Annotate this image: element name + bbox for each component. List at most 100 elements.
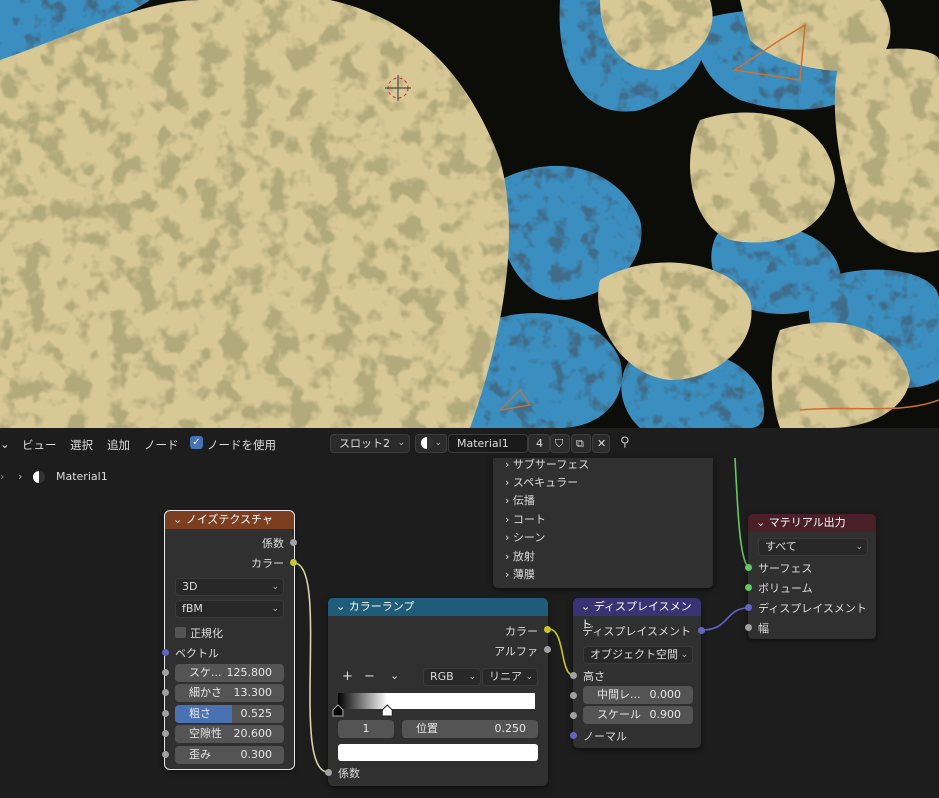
noise-roughness-slider[interactable]: 粗さ 0.525	[175, 705, 284, 723]
noise-scale-socket[interactable]	[162, 669, 169, 676]
material-name-field[interactable]: Material1	[448, 434, 528, 453]
panel-subsurface[interactable]: › サブサーフェス	[505, 456, 589, 472]
panel-transmission[interactable]: › 伝播	[505, 492, 535, 508]
ramp-stop-index[interactable]: 1	[338, 720, 394, 738]
ramp-stops	[332, 704, 393, 717]
output-thickness-label: 幅	[758, 622, 769, 635]
noise-dimensions-select[interactable]: 3D ⌄	[175, 578, 284, 596]
panel-emission[interactable]: › 放射	[505, 548, 535, 564]
noise-lacunarity-field[interactable]: 空隙性 20.600	[175, 725, 284, 743]
output-target-select[interactable]: すべて ⌄	[758, 538, 868, 556]
menu-select[interactable]: 選択	[70, 437, 93, 453]
ramp-header[interactable]: ⌄ カラーランプ	[328, 598, 548, 616]
use-nodes-label: ノードを使用	[207, 438, 276, 452]
ramp-stop-marker[interactable]	[381, 704, 393, 717]
link-noise-color-to-ramp-fac	[293, 562, 329, 773]
ramp-output-alpha-label: アルファ	[494, 645, 538, 658]
noise-output-color-socket[interactable]	[290, 559, 297, 566]
link-bsdf-to-surface	[734, 458, 749, 568]
output-thickness-socket[interactable]	[745, 624, 752, 631]
noise-header[interactable]: ⌄ ノイズテクスチャ	[165, 511, 294, 529]
ramp-output-color-socket[interactable]	[544, 626, 551, 633]
ramp-position-field[interactable]: 位置 0.250	[402, 720, 538, 738]
output-title: マテリアル出力	[768, 516, 846, 529]
color-ramp-node[interactable]: ⌄ カラーランプ カラー アルファ + − ⌄ RGB ⌄ リニア ⌄ 1 位置 0.…	[325, 598, 551, 786]
close-icon[interactable]: ✕	[592, 434, 610, 453]
add-stop-button[interactable]: +	[342, 669, 353, 684]
noise-distortion-field[interactable]: 歪み 0.300	[175, 746, 284, 764]
output-volume-socket[interactable]	[745, 584, 752, 591]
noise-detail-socket[interactable]	[162, 689, 169, 696]
chevron-down-icon: ⌄	[397, 438, 405, 448]
panel-sheen[interactable]: › シーン	[505, 529, 545, 545]
material-browse-button[interactable]: ⌄	[415, 434, 447, 453]
normalize-label: 正規化	[190, 627, 223, 640]
noise-title: ノイズテクスチャ	[185, 513, 273, 526]
viewport-render	[0, 0, 939, 428]
noise-lacunarity-socket[interactable]	[162, 730, 169, 737]
users-count[interactable]: 4	[528, 434, 550, 453]
duplicate-icon[interactable]: ⧉	[571, 434, 591, 453]
disp-midlevel-socket[interactable]	[570, 692, 577, 699]
disp-output-socket[interactable]	[698, 627, 705, 634]
pin-icon[interactable]: ⚲	[620, 435, 630, 450]
panel-specular[interactable]: › スペキュラー	[505, 474, 578, 490]
node-editor[interactable]: › › Material1 › サブサーフェス › スペキュラー › 伝播 › …	[0, 458, 939, 798]
disp-height-label: 高さ	[583, 670, 605, 683]
material-name: Material1	[457, 437, 509, 450]
noise-scale-field[interactable]: スケ... 125.800	[175, 664, 284, 682]
disp-output-label: ディスプレイスメント	[582, 625, 691, 638]
noise-output-fac-socket[interactable]	[290, 539, 297, 546]
chevron-down-icon: ⌄	[434, 438, 442, 448]
3d-viewport[interactable]	[0, 0, 939, 428]
ramp-interpolation-select[interactable]: リニア ⌄	[482, 668, 538, 686]
disp-normal-socket[interactable]	[570, 732, 577, 739]
normalize-checkbox[interactable]	[175, 627, 186, 638]
output-volume-label: ボリューム	[758, 582, 813, 595]
use-nodes-checkbox[interactable]: ✓	[190, 436, 203, 449]
output-surface-label: サーフェス	[758, 562, 813, 575]
noise-texture-node[interactable]: ⌄ ノイズテクスチャ 係数 カラー 3D ⌄ fBM ⌄ 正規化 ベクトル スケ..…	[162, 510, 297, 770]
output-displacement-label: ディスプレイスメント	[758, 602, 867, 615]
disp-header[interactable]: ⌄ ディスプレイスメント	[573, 598, 701, 631]
ramp-input-fac-socket[interactable]	[325, 769, 332, 776]
disp-scale-socket[interactable]	[570, 712, 577, 719]
output-displacement-socket[interactable]	[745, 604, 752, 611]
disp-midlevel-field[interactable]: 中間レ... 0.000	[583, 686, 693, 704]
noise-output-color-label: カラー	[251, 557, 284, 570]
disp-scale-field[interactable]: スケール 0.900	[583, 706, 693, 724]
material-output-node[interactable]: ⌄ マテリアル出力 すべて ⌄ サーフェス ボリューム ディスプレイスメント 幅	[745, 514, 876, 639]
disp-space-select[interactable]: オブジェクト空間 ⌄	[583, 646, 693, 664]
disp-height-socket[interactable]	[570, 672, 577, 679]
panel-thin-film[interactable]: › 薄膜	[505, 566, 535, 582]
noise-detail-field[interactable]: 細かさ 13.300	[175, 684, 284, 702]
noise-distortion-socket[interactable]	[162, 751, 169, 758]
ramp-title: カラーランプ	[348, 600, 415, 613]
menu-node[interactable]: ノード	[144, 437, 179, 453]
noise-vector-label: ベクトル	[175, 647, 219, 660]
output-header[interactable]: ⌄ マテリアル出力	[748, 514, 876, 532]
principled-bsdf-panels: › サブサーフェス › スペキュラー › 伝播 › コート › シーン › 放射…	[493, 458, 713, 588]
noise-type-select[interactable]: fBM ⌄	[175, 600, 284, 618]
menu-view[interactable]: ビュー	[22, 437, 57, 453]
ramp-output-color-label: カラー	[505, 625, 538, 638]
output-surface-socket[interactable]	[745, 564, 752, 571]
remove-stop-button[interactable]: −	[364, 669, 375, 684]
ramp-stop-marker[interactable]	[332, 704, 344, 717]
ramp-color-mode-select[interactable]: RGB ⌄	[423, 668, 481, 686]
noise-roughness-socket[interactable]	[162, 710, 169, 717]
panel-coat[interactable]: › コート	[505, 511, 546, 527]
ramp-input-fac-label: 係数	[338, 767, 360, 780]
fake-user-shield-icon[interactable]: ⛉	[550, 434, 570, 453]
noise-vector-socket[interactable]	[162, 649, 169, 656]
ramp-stop-color-swatch[interactable]	[338, 744, 538, 761]
slot-dropdown[interactable]: スロット2 ⌄	[330, 434, 410, 453]
ramp-output-alpha-socket[interactable]	[544, 646, 551, 653]
menu-add[interactable]: 追加	[107, 437, 130, 453]
displacement-node[interactable]: ⌄ ディスプレイスメント ディスプレイスメント オブジェクト空間 ⌄ 高さ 中間レ…	[570, 598, 705, 748]
header-left-edge[interactable]: ⌄	[0, 437, 10, 451]
chevron-down-icon[interactable]: ⌄	[390, 669, 399, 682]
disp-normal-label: ノーマル	[583, 730, 627, 743]
noise-output-fac-label: 係数	[262, 537, 284, 550]
link-ramp-color-to-height	[548, 628, 574, 676]
